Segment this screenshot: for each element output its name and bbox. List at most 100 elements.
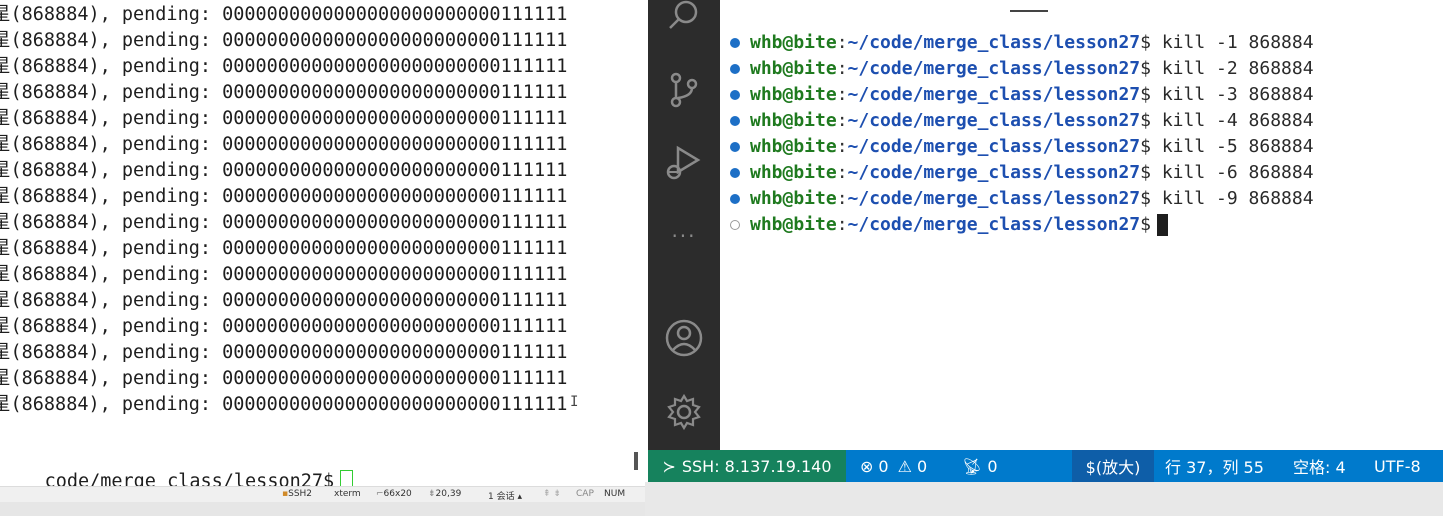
- vscode-terminal-line: whb@bite: ~/code/merge_class/lesson27 $ ki…: [730, 160, 1314, 186]
- vscode-terminal-line: whb@bite: ~/code/merge_class/lesson27 $ ki…: [730, 186, 1314, 212]
- command-success-dot-icon[interactable]: [730, 38, 740, 48]
- left-terminal-line: 星(868884), pending: 00000000000000000000…: [0, 186, 568, 207]
- left-terminal-statusbar: ▪SSH2 xterm ⌐66x20 ⇟20,39 1 会话 ▴ ⇞ ⇟ CAP…: [0, 486, 645, 503]
- command-success-dot-icon[interactable]: [730, 116, 740, 126]
- command-success-dot-icon[interactable]: [730, 142, 740, 152]
- prompt-user: whb@bite: [750, 84, 837, 105]
- command-text: $ kill -1 868884: [1140, 32, 1314, 53]
- ports-count: 0: [987, 456, 998, 476]
- vscode-window: ··· whb@bite: ~/code/merge_class/lesson27…: [648, 0, 1443, 482]
- vscode-terminal-line: whb@bite: ~/code/merge_class/lesson27 $ ki…: [730, 56, 1314, 82]
- prompt-user: whb@bite: [750, 214, 837, 235]
- command-text: $ kill -4 868884: [1140, 110, 1314, 131]
- left-terminal-scrollbar[interactable]: [634, 452, 638, 470]
- left-terminal-line: 星(868884), pending: 00000000000000000000…: [0, 56, 568, 77]
- activity-bar: ···: [648, 0, 720, 450]
- vscode-terminal-output: whb@bite: ~/code/merge_class/lesson27 $ ki…: [730, 30, 1314, 238]
- left-terminal-output: 星(868884), pending: 00000000000000000000…: [0, 2, 567, 418]
- prompt-path: ~/code/merge_class/lesson27: [847, 58, 1141, 79]
- command-success-dot-icon[interactable]: [730, 168, 740, 178]
- left-terminal-line: 星(868884), pending: 00000000000000000000…: [0, 238, 568, 259]
- command-success-dot-icon[interactable]: [730, 64, 740, 74]
- terminal-size-status: ⌐66x20: [376, 489, 412, 499]
- prompt-separator: :: [836, 214, 848, 235]
- left-prompt-text: code/merge_class/lesson27$: [44, 471, 335, 486]
- left-terminal-line: 星(868884), pending: 00000000000000000000…: [0, 134, 568, 155]
- remote-ssh-status[interactable]: ≻ SSH: 8.137.19.140: [648, 450, 846, 482]
- prompt-path: ~/code/merge_class/lesson27: [847, 110, 1141, 131]
- command-text: $ kill -6 868884: [1140, 162, 1314, 183]
- vscode-terminal-panel[interactable]: whb@bite: ~/code/merge_class/lesson27 $ ki…: [720, 0, 1443, 450]
- ssh-protocol-status: ▪SSH2: [282, 489, 313, 499]
- prompt-path: ~/code/merge_class/lesson27: [847, 214, 1141, 235]
- prompt-separator: :: [836, 58, 848, 79]
- left-terminal-line: 星(868884), pending: 00000000000000000000…: [0, 82, 568, 103]
- vscode-terminal-line: whb@bite: ~/code/merge_class/lesson27 $ ki…: [730, 30, 1314, 56]
- ibeam-cursor-icon: I: [570, 394, 579, 410]
- prompt-user: whb@bite: [750, 188, 837, 209]
- left-terminal-line: 星(868884), pending: 00000000000000000000…: [0, 368, 568, 389]
- left-terminal-prompt[interactable]: code/merge_class/lesson27$: [0, 443, 354, 486]
- run-debug-icon[interactable]: [662, 140, 706, 184]
- problems-status[interactable]: ⊗ 0 ⚠ 0: [860, 450, 927, 482]
- cursor-position-status-vscode[interactable]: 行 37，列 55: [1165, 450, 1264, 482]
- prompt-path: ~/code/merge_class/lesson27: [847, 188, 1141, 209]
- left-terminal-line: 星(868884), pending: 00000000000000000000…: [0, 290, 568, 311]
- scroll-arrows-icon[interactable]: ⇞ ⇟: [543, 489, 561, 499]
- sessions-status[interactable]: 1 会话 ▴: [488, 489, 522, 502]
- ports-status[interactable]: 📡︎ 0: [962, 450, 998, 482]
- prompt-path: ~/code/merge_class/lesson27: [847, 32, 1141, 53]
- search-icon[interactable]: [662, 0, 706, 38]
- encoding-status[interactable]: UTF-8: [1374, 450, 1421, 482]
- broadcast-icon: 📡︎: [962, 456, 983, 476]
- left-terminal-line: 星(868884), pending: 00000000000000000000…: [0, 160, 568, 181]
- left-terminal-cursor: [340, 470, 354, 486]
- prompt-separator: :: [836, 32, 848, 53]
- left-terminal-line: 星(868884), pending: 00000000000000000000…: [0, 264, 568, 285]
- left-terminal-line: 星(868884), pending: 00000000000000000000…: [0, 316, 568, 337]
- prompt-user: whb@bite: [750, 136, 837, 157]
- account-icon[interactable]: [662, 316, 706, 360]
- terminal-cursor: [1157, 214, 1168, 236]
- prompt-user: whb@bite: [750, 58, 837, 79]
- command-success-dot-icon[interactable]: [730, 194, 740, 204]
- command-success-dot-icon[interactable]: [730, 90, 740, 100]
- remote-icon: ≻: [662, 456, 676, 476]
- prompt-path: ~/code/merge_class/lesson27: [847, 84, 1141, 105]
- command-text: $ kill -5 868884: [1140, 136, 1314, 157]
- vscode-terminal-line: whb@bite: ~/code/merge_class/lesson27 $ ki…: [730, 134, 1314, 160]
- vscode-terminal-line: whb@bite: ~/code/merge_class/lesson27 $ ki…: [730, 108, 1314, 134]
- num-lock-status: NUM: [604, 489, 626, 499]
- vscode-terminal-line: whb@bite: ~/code/merge_class/lesson27 $ ki…: [730, 82, 1314, 108]
- left-window-bottom-edge: [0, 502, 645, 516]
- prompt-path: ~/code/merge_class/lesson27: [847, 136, 1141, 157]
- left-terminal-line: 星(868884), pending: 00000000000000000000…: [0, 4, 568, 25]
- prompt-separator: :: [836, 188, 848, 209]
- terminal-type-status: xterm: [334, 489, 361, 499]
- source-control-icon[interactable]: [662, 68, 706, 112]
- vscode-terminal-line: whb@bite: ~/code/merge_class/lesson27 $: [730, 212, 1314, 238]
- prompt-path: ~/code/merge_class/lesson27: [847, 162, 1141, 183]
- warning-count: 0: [916, 456, 928, 476]
- more-icon[interactable]: ···: [662, 214, 706, 258]
- prompt-separator: :: [836, 136, 848, 157]
- prompt-user: whb@bite: [750, 162, 837, 183]
- left-terminal-line: 星(868884), pending: 00000000000000000000…: [0, 108, 568, 129]
- error-count: 0: [878, 456, 889, 476]
- prompt-user: whb@bite: [750, 32, 837, 53]
- cursor-position-status: ⇟20,39: [428, 489, 462, 499]
- left-terminal-window[interactable]: 星(868884), pending: 00000000000000000000…: [0, 0, 642, 486]
- size-icon: ⌐: [376, 489, 384, 499]
- prompt-separator: :: [836, 84, 848, 105]
- warning-icon: ⚠: [897, 456, 912, 476]
- indentation-status[interactable]: 空格: 4: [1293, 450, 1346, 482]
- zoom-mode-status[interactable]: $(放大): [1072, 450, 1154, 482]
- prompt-separator: :: [836, 162, 848, 183]
- command-text: $ kill -3 868884: [1140, 84, 1314, 105]
- left-terminal-line: 星(868884), pending: 00000000000000000000…: [0, 212, 568, 233]
- settings-gear-icon[interactable]: [662, 390, 706, 434]
- prompt-separator: :: [836, 110, 848, 131]
- command-text: $ kill -9 868884: [1140, 188, 1314, 209]
- sessions-dropdown-icon: ▴: [514, 492, 522, 502]
- command-pending-dot-icon[interactable]: [730, 220, 740, 230]
